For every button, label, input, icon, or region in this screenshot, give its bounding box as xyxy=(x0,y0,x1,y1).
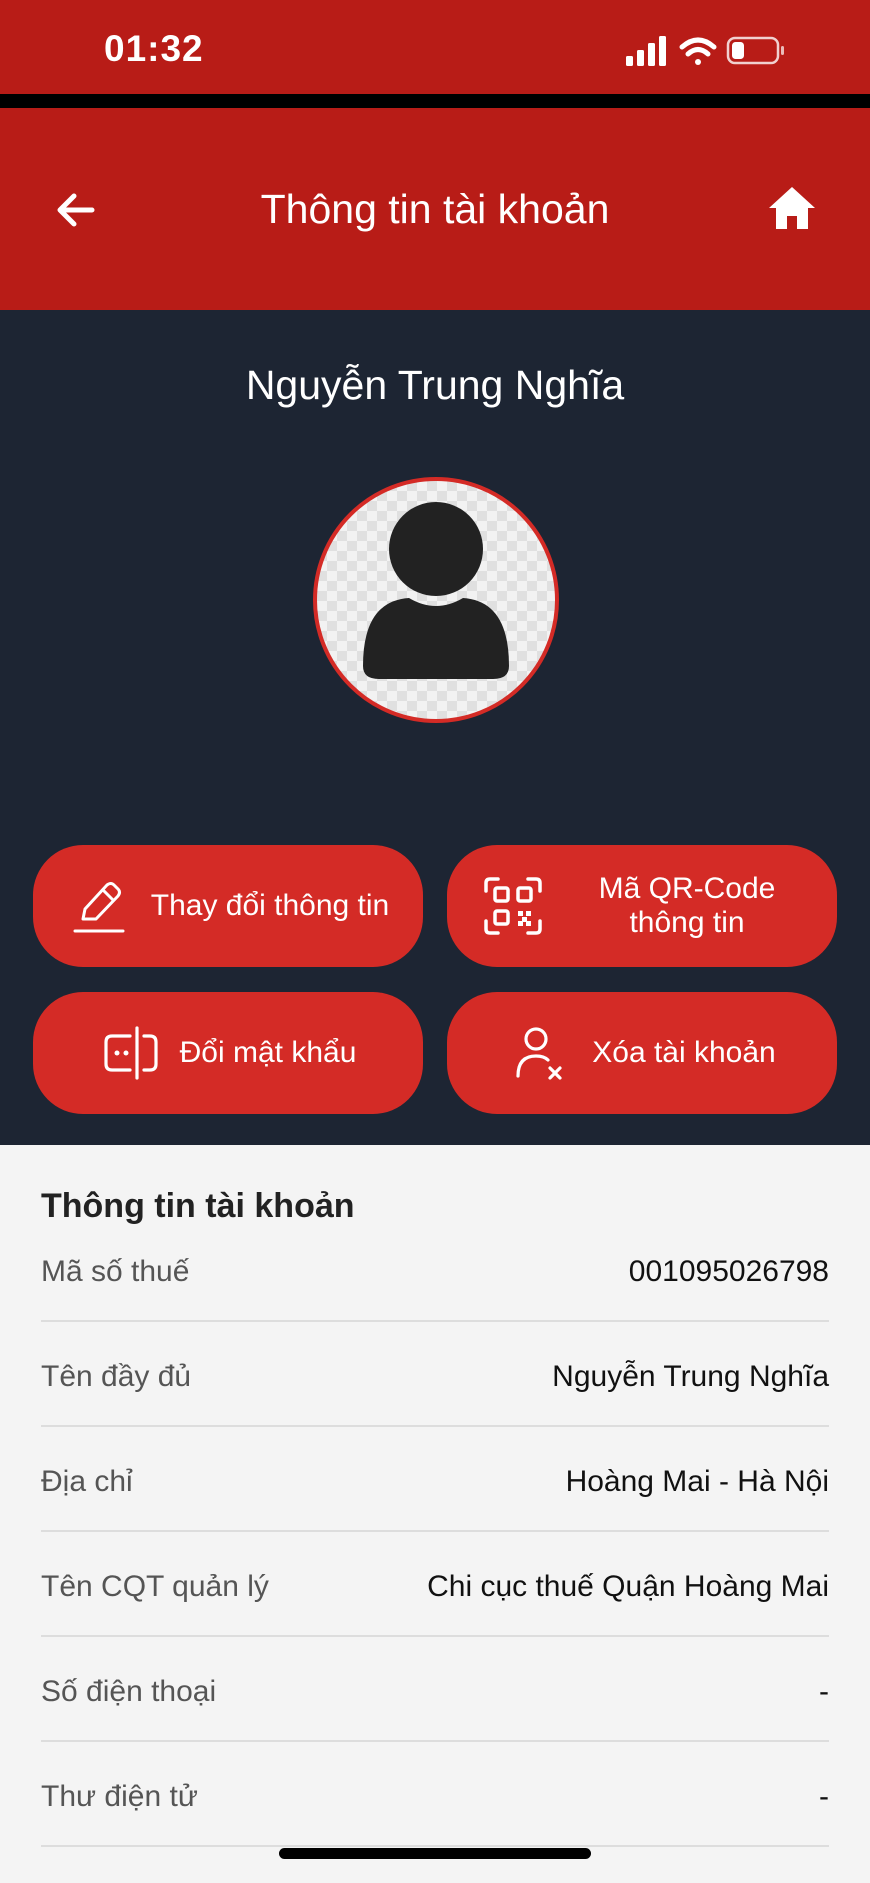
avatar[interactable] xyxy=(313,477,559,723)
qr-code-button[interactable]: Mã QR-Code thông tin xyxy=(447,845,837,967)
profile-name: Nguyễn Trung Nghĩa xyxy=(245,362,625,408)
home-icon xyxy=(769,187,815,229)
battery-icon xyxy=(726,36,784,65)
status-time: 01:32 xyxy=(104,28,204,69)
info-label: Thư điện tử xyxy=(41,1780,198,1813)
account-info-section: Thông tin tài khoản Mã số thuế 001095026… xyxy=(0,1145,870,1883)
status-bar: 01:32 xyxy=(0,0,870,94)
edit-info-button[interactable]: Thay đổi thông tin xyxy=(33,845,423,967)
info-value: Nguyễn Trung Nghĩa xyxy=(552,1360,829,1393)
info-value: - xyxy=(819,1675,829,1708)
app-header: Thông tin tài khoản xyxy=(0,108,870,310)
change-password-label: Đổi mật khẩu xyxy=(179,1036,357,1069)
info-label: Tên đầy đủ xyxy=(41,1360,192,1393)
wifi-icon xyxy=(679,37,717,65)
info-row-address: Địa chỉ Hoàng Mai - Hà Nội xyxy=(41,1427,829,1532)
info-value: 001095026798 xyxy=(628,1255,829,1288)
change-password-button[interactable]: Đổi mật khẩu xyxy=(33,992,423,1114)
profile-section: Nguyễn Trung Nghĩa Thay đổi thông tin Mã… xyxy=(0,310,870,1145)
info-label: Số điện thoại xyxy=(41,1675,217,1708)
home-button[interactable] xyxy=(766,182,818,234)
qr-code-label: Mã QR-Code thông tin xyxy=(598,872,776,939)
info-row-tax-code: Mã số thuế 001095026798 xyxy=(41,1217,829,1322)
user-remove-icon xyxy=(516,1027,562,1080)
info-row-phone: Số điện thoại - xyxy=(41,1637,829,1742)
info-value: - xyxy=(819,1780,829,1813)
delete-account-button[interactable]: Xóa tài khoản xyxy=(447,992,837,1114)
qr-code-icon xyxy=(484,877,542,935)
info-label: Tên CQT quản lý xyxy=(41,1570,269,1603)
info-value: Hoàng Mai - Hà Nội xyxy=(565,1465,829,1498)
info-label: Mã số thuế xyxy=(41,1255,190,1288)
info-row-full-name: Tên đầy đủ Nguyễn Trung Nghĩa xyxy=(41,1322,829,1427)
info-label: Địa chỉ xyxy=(41,1465,133,1498)
info-row-tax-office: Tên CQT quản lý Chi cục thuế Quận Hoàng … xyxy=(41,1532,829,1637)
pencil-icon xyxy=(73,882,125,933)
user-silhouette-icon xyxy=(363,502,509,679)
signal-icon xyxy=(626,36,666,66)
edit-info-label: Thay đổi thông tin xyxy=(150,889,390,922)
password-icon xyxy=(104,1026,158,1080)
delete-account-label: Xóa tài khoản xyxy=(592,1036,776,1069)
status-divider xyxy=(0,94,870,108)
page-title: Thông tin tài khoản xyxy=(260,186,610,232)
status-icons xyxy=(626,36,784,66)
home-indicator[interactable] xyxy=(279,1848,591,1859)
info-value: Chi cục thuế Quận Hoàng Mai xyxy=(427,1570,829,1603)
info-row-email: Thư điện tử - xyxy=(41,1742,829,1847)
